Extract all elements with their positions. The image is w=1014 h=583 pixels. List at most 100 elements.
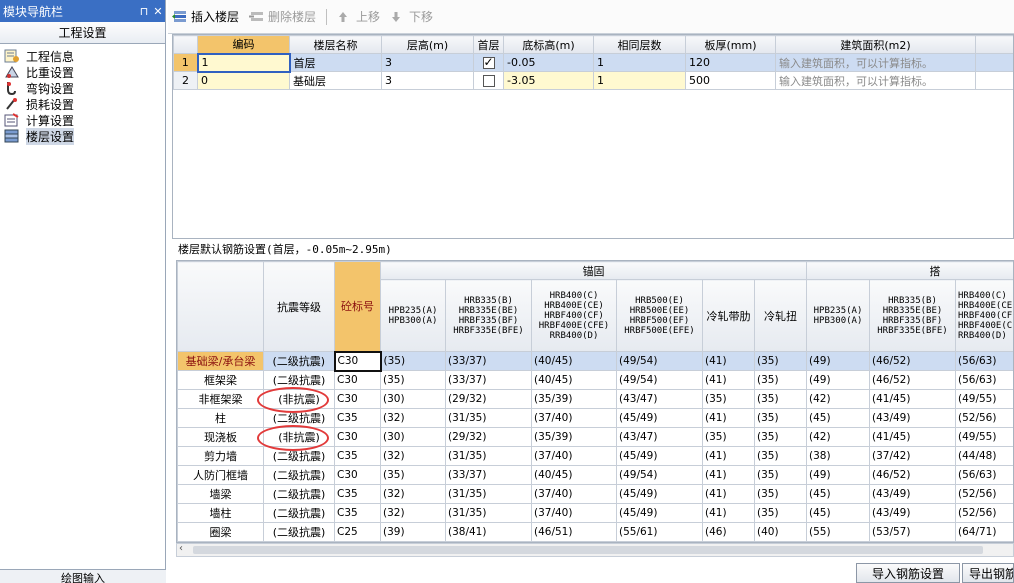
lap-value-cell[interactable]: (43/49) (869, 503, 956, 523)
anchor-value-cell[interactable]: (35) (380, 370, 446, 390)
anchor-value-cell[interactable]: (37/40) (531, 503, 617, 523)
floor-name-cell[interactable]: 首层 (289, 53, 382, 72)
lap-value-cell[interactable]: (41/45) (869, 389, 956, 409)
anchor-value-cell[interactable]: (35) (754, 370, 807, 390)
lap-value-cell[interactable]: (56/63) (954, 370, 1013, 390)
element-name-cell[interactable]: 基础梁/承台梁 (177, 351, 264, 371)
code-cell[interactable]: 0 (197, 71, 290, 90)
anchor-value-cell[interactable]: (32) (380, 484, 446, 504)
floor-height-cell[interactable]: 3 (381, 53, 474, 72)
seismic-grade-cell[interactable]: (二级抗震) (263, 465, 335, 485)
col-header-name[interactable]: 楼层名称 (289, 35, 382, 54)
element-name-cell[interactable]: 框架梁 (177, 370, 264, 390)
rebar-row[interactable]: 非框架梁 (非抗震) C30 (30) (29/32) (35/39) (43/47) (35… (177, 389, 1013, 409)
concrete-grade-cell[interactable]: C30 (334, 427, 381, 447)
lap-value-cell[interactable]: (46/52) (869, 370, 956, 390)
import-rebar-button[interactable]: 导入钢筋设置 (856, 563, 960, 583)
col-header-concrete[interactable]: 砼标号 (334, 261, 381, 352)
col-header-bottom[interactable]: 底标高(m) (503, 35, 594, 54)
anchor-value-cell[interactable]: (31/35) (445, 446, 532, 466)
nav-item-hook[interactable]: 弯钩设置 (4, 80, 165, 96)
anchor-value-cell[interactable]: (31/35) (445, 503, 532, 523)
lap-value-cell[interactable]: (45) (806, 503, 870, 523)
same-floors-cell[interactable]: 1 (593, 71, 686, 90)
anchor-value-cell[interactable]: (35) (754, 408, 807, 428)
element-name-cell[interactable]: 人防门框墙 (177, 465, 264, 485)
anchor-value-cell[interactable]: (41) (702, 503, 755, 523)
lap-value-cell[interactable]: (52/56) (954, 408, 1013, 428)
concrete-grade-cell[interactable]: C35 (334, 446, 381, 466)
anchor-value-cell[interactable]: (33/37) (445, 465, 532, 485)
rebar-row[interactable]: 剪力墙 (二级抗震) C35 (32) (31/35) (37/40) (45/49) (41… (177, 446, 1013, 466)
anchor-value-cell[interactable]: (49/54) (616, 370, 703, 390)
lap-value-cell[interactable]: (45) (806, 484, 870, 504)
lap-value-cell[interactable]: (49) (806, 370, 870, 390)
area-cell[interactable]: 输入建筑面积，可以计算指标。 (775, 71, 976, 90)
col-header-height[interactable]: 层高(m) (381, 35, 474, 54)
anchor-value-cell[interactable]: (43/47) (616, 427, 703, 447)
lap-value-cell[interactable]: (49/55) (954, 427, 1013, 447)
anchor-col-hrb500[interactable]: HRB500(E) HRB500E(EE) HRBF500(EF) HRBF50… (616, 279, 703, 352)
anchor-value-cell[interactable]: (37/40) (531, 484, 617, 504)
pin-icon[interactable]: ⊓ (137, 5, 151, 18)
lap-value-cell[interactable]: (42) (806, 389, 870, 409)
lap-value-cell[interactable]: (64/71) (954, 522, 1013, 542)
anchor-value-cell[interactable]: (55/61) (616, 522, 703, 542)
anchor-value-cell[interactable]: (35) (702, 389, 755, 409)
anchor-value-cell[interactable]: (29/32) (445, 427, 532, 447)
lap-col-hpb[interactable]: HPB235(A) HPB300(A) (806, 279, 870, 352)
row-number[interactable]: 1 (173, 53, 198, 72)
anchor-col-hpb[interactable]: HPB235(A) HPB300(A) (380, 279, 446, 352)
anchor-value-cell[interactable]: (38/41) (445, 522, 532, 542)
element-name-cell[interactable]: 剪力墙 (177, 446, 264, 466)
lap-value-cell[interactable]: (45) (806, 408, 870, 428)
concrete-grade-cell[interactable]: C30 (334, 389, 381, 409)
lap-value-cell[interactable]: (42) (806, 427, 870, 447)
lap-value-cell[interactable]: (49/55) (954, 389, 1013, 409)
slab-thick-cell[interactable]: 120 (685, 53, 776, 72)
export-rebar-button[interactable]: 导出钢筋设置 (962, 563, 1014, 583)
anchor-value-cell[interactable]: (46) (702, 522, 755, 542)
nav-item-calc[interactable]: 计算设置 (4, 112, 165, 128)
element-name-cell[interactable]: 圈梁 (177, 522, 264, 542)
element-name-cell[interactable]: 非框架梁 (177, 389, 264, 409)
rebar-row[interactable]: 圈梁 (二级抗震) C25 (39) (38/41) (46/51) (55/61) (46)… (177, 522, 1013, 542)
concrete-grade-cell[interactable]: C35 (334, 503, 381, 523)
area-cell[interactable]: 输入建筑面积，可以计算指标。 (775, 53, 976, 72)
rebar-row[interactable]: 墙柱 (二级抗震) C35 (32) (31/35) (37/40) (45/49) (41)… (177, 503, 1013, 523)
lap-value-cell[interactable]: (44/48) (954, 446, 1013, 466)
concrete-grade-cell[interactable]: C35 (334, 484, 381, 504)
anchor-value-cell[interactable]: (35) (754, 484, 807, 504)
delete-floor-button[interactable]: 删除楼层 (249, 8, 316, 25)
anchor-value-cell[interactable]: (30) (380, 427, 446, 447)
anchor-value-cell[interactable]: (29/32) (445, 389, 532, 409)
element-name-cell[interactable]: 墙梁 (177, 484, 264, 504)
col-header-thick[interactable]: 板厚(mm) (685, 35, 776, 54)
floor-row[interactable]: 2 0 基础层 3 -3.05 1 500 输入建筑面积，可以计算指标。 (173, 71, 1013, 90)
first-floor-cell[interactable] (473, 71, 504, 90)
seismic-grade-cell[interactable]: (非抗震) (263, 427, 335, 447)
anchor-value-cell[interactable]: (35/39) (531, 427, 617, 447)
anchor-value-cell[interactable]: (40/45) (531, 465, 617, 485)
anchor-value-cell[interactable]: (40) (754, 522, 807, 542)
lap-col-hrb400[interactable]: HRB400(C) HRB400E(CE) HRBF400(CF) HRBF40… (954, 279, 1013, 352)
anchor-value-cell[interactable]: (35/39) (531, 389, 617, 409)
anchor-col-cold-twisted[interactable]: 冷轧扭 (754, 279, 807, 352)
anchor-value-cell[interactable]: (35) (754, 465, 807, 485)
first-floor-checkbox[interactable] (482, 55, 495, 69)
lap-value-cell[interactable]: (52/56) (954, 484, 1013, 504)
same-floors-cell[interactable]: 1 (593, 53, 686, 72)
anchor-value-cell[interactable]: (32) (380, 408, 446, 428)
lap-value-cell[interactable]: (46/52) (869, 351, 956, 371)
seismic-grade-cell[interactable]: (二级抗震) (263, 370, 335, 390)
seismic-grade-cell[interactable]: (二级抗震) (263, 446, 335, 466)
anchor-value-cell[interactable]: (32) (380, 503, 446, 523)
anchor-value-cell[interactable]: (31/35) (445, 408, 532, 428)
seismic-grade-cell[interactable]: (二级抗震) (263, 351, 335, 371)
row-number[interactable]: 2 (173, 71, 198, 90)
anchor-value-cell[interactable]: (31/35) (445, 484, 532, 504)
anchor-value-cell[interactable]: (32) (380, 446, 446, 466)
anchor-value-cell[interactable]: (45/49) (616, 484, 703, 504)
lap-value-cell[interactable]: (56/63) (954, 465, 1013, 485)
anchor-value-cell[interactable]: (49/54) (616, 465, 703, 485)
